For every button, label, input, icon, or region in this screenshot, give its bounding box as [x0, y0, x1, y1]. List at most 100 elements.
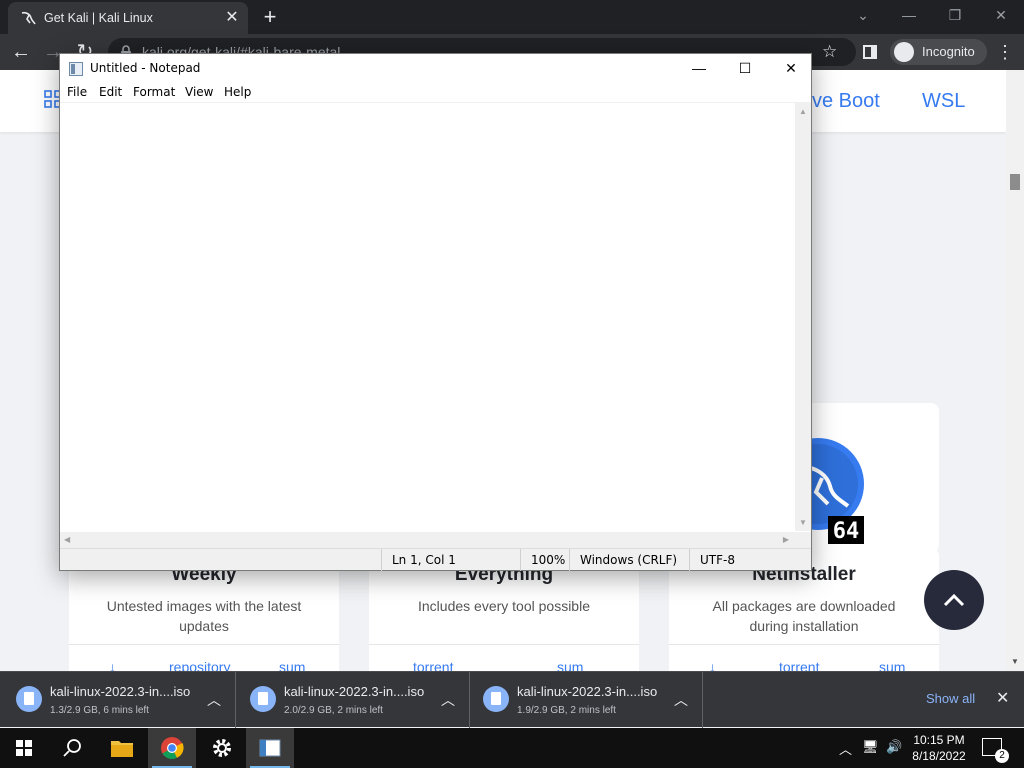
action-center-icon[interactable]: 2 [982, 738, 1009, 763]
chevron-up-icon[interactable]: ︿ [674, 690, 688, 710]
page-scrollbar[interactable]: ▼ [1006, 70, 1024, 671]
download-status: 2.0/2.9 GB, 2 mins left [284, 705, 383, 716]
download-item[interactable]: kali-linux-2022.3-in....iso 1.3/2.9 GB, … [2, 672, 236, 728]
taskbar: ︿ 🖥 🔊 10:15 PM 8/18/2022 2 [0, 728, 1024, 768]
nav-link-live-boot[interactable]: ve Boot [812, 90, 880, 113]
vertical-scrollbar[interactable]: ▲ ▼ [795, 103, 811, 531]
kali-dragon-icon [21, 11, 36, 25]
incognito-icon [894, 42, 914, 62]
menu-view[interactable]: View [185, 85, 213, 99]
new-tab-button[interactable]: + [259, 6, 281, 28]
card-link[interactable]: sum [879, 659, 905, 671]
scroll-down-arrow-icon[interactable]: ▼ [1011, 657, 1019, 666]
browser-tab[interactable]: Get Kali | Kali Linux ✕ [8, 2, 248, 34]
download-status: 1.3/2.9 GB, 6 mins left [50, 705, 149, 716]
scrollbar-corner [795, 532, 811, 548]
side-panel-icon[interactable] [863, 45, 877, 59]
restore-browser-button[interactable]: ❐ [932, 0, 978, 30]
notepad-icon [259, 739, 281, 757]
menu-help[interactable]: Help [224, 85, 251, 99]
status-zoom: 100% [520, 549, 565, 571]
show-hidden-icons-icon[interactable]: ︿ [839, 739, 852, 758]
tab-title: Get Kali | Kali Linux [44, 11, 153, 25]
scrollbar-thumb[interactable] [1010, 174, 1020, 190]
notepad-title: Untitled - Notepad [90, 61, 201, 75]
scroll-right-arrow-icon[interactable]: ▶ [783, 535, 789, 544]
incognito-indicator[interactable]: Incognito [890, 39, 987, 65]
chevron-up-icon [943, 593, 965, 607]
notepad-taskbar-button[interactable] [246, 728, 294, 768]
browser-menu-icon[interactable]: ⋮ [996, 40, 1014, 64]
chrome-taskbar-button[interactable] [148, 728, 196, 768]
incognito-label: Incognito [922, 44, 975, 59]
notepad-text-input[interactable] [60, 103, 795, 531]
download-item[interactable]: kali-linux-2022.3-in....iso 2.0/2.9 GB, … [236, 672, 470, 728]
scroll-up-arrow-icon[interactable]: ▲ [799, 107, 807, 116]
badge-64: 64 [833, 519, 860, 544]
windows-logo-icon [16, 740, 32, 756]
card-description: Includes every tool possible [418, 598, 590, 614]
minimize-browser-button[interactable]: — [886, 0, 932, 30]
download-filename: kali-linux-2022.3-in....iso [284, 684, 425, 699]
horizontal-scrollbar[interactable]: ◀ ▶ [60, 532, 795, 548]
search-icon [63, 739, 81, 757]
download-icon[interactable]: ↓ [709, 659, 716, 671]
status-line-ending: Windows (CRLF) [569, 549, 677, 571]
close-button[interactable]: ✕ [768, 54, 814, 82]
status-encoding: UTF-8 [689, 549, 735, 571]
menu-file[interactable]: File [67, 85, 87, 99]
card-link[interactable]: sum [557, 659, 583, 671]
download-status: 1.9/2.9 GB, 2 mins left [517, 705, 616, 716]
notification-count-badge: 2 [995, 749, 1009, 763]
search-button[interactable] [48, 728, 96, 768]
network-icon[interactable]: 🖥 [862, 739, 879, 755]
download-shelf: kali-linux-2022.3-in....iso 1.3/2.9 GB, … [0, 671, 1024, 728]
clock-time: 10:15 PM [913, 733, 965, 747]
back-button[interactable]: ← [8, 39, 34, 65]
menu-format[interactable]: Format [133, 85, 175, 99]
file-icon [483, 686, 509, 712]
scroll-down-arrow-icon[interactable]: ▼ [799, 518, 807, 527]
download-icon[interactable]: ↓ [109, 659, 116, 671]
system-clock[interactable]: 10:15 PM 8/18/2022 [907, 732, 971, 764]
settings-button[interactable] [198, 728, 246, 768]
notepad-menu-bar: File Edit Format View Help [60, 82, 811, 102]
notepad-edit-area: ▲ ▼ [60, 102, 811, 532]
show-all-downloads-button[interactable]: Show all [926, 691, 975, 706]
notepad-app-icon [69, 62, 83, 76]
maximize-button[interactable]: ☐ [722, 54, 768, 82]
download-item[interactable]: kali-linux-2022.3-in....iso 1.9/2.9 GB, … [469, 672, 703, 728]
clock-date: 8/18/2022 [912, 749, 966, 763]
notepad-status-bar: Ln 1, Col 1 100% Windows (CRLF) UTF-8 [60, 548, 811, 571]
gear-icon [213, 739, 231, 757]
file-icon [250, 686, 276, 712]
file-explorer-button[interactable] [98, 728, 146, 768]
card-link[interactable]: sum [279, 659, 305, 671]
download-filename: kali-linux-2022.3-in....iso [517, 684, 658, 699]
card-links: torrent sum [369, 644, 639, 671]
card-link[interactable]: repository [169, 659, 230, 671]
card-link[interactable]: torrent [779, 659, 819, 671]
notepad-title-bar[interactable]: Untitled - Notepad — ☐ ✕ [60, 54, 811, 82]
chevron-up-icon[interactable]: ︿ [441, 690, 455, 710]
status-cursor-position: Ln 1, Col 1 [381, 549, 456, 571]
tab-search-icon[interactable]: ⌄ [840, 0, 886, 30]
card-links: ↓ repository sum [69, 644, 339, 671]
nav-link-wsl[interactable]: WSL [922, 90, 965, 113]
start-button[interactable] [0, 728, 48, 768]
close-shelf-icon[interactable]: ✕ [996, 688, 1009, 708]
menu-edit[interactable]: Edit [99, 85, 122, 99]
card-link[interactable]: torrent [413, 659, 453, 671]
volume-icon[interactable]: 🔊 [886, 739, 902, 755]
chevron-up-icon[interactable]: ︿ [207, 690, 221, 710]
card-description: All packages are downloaded during insta… [712, 598, 896, 634]
scroll-left-arrow-icon[interactable]: ◀ [64, 535, 70, 544]
bookmark-star-icon[interactable]: ☆ [822, 42, 837, 62]
close-tab-icon[interactable]: ✕ [222, 8, 242, 28]
minimize-button[interactable]: — [676, 54, 722, 82]
card-links: ↓ torrent sum [669, 644, 939, 671]
close-browser-button[interactable]: ✕ [978, 0, 1024, 30]
scroll-to-top-button[interactable] [924, 570, 984, 630]
card-description: Untested images with the latest updates [106, 598, 302, 634]
notepad-window: Untitled - Notepad — ☐ ✕ File Edit Forma… [59, 53, 812, 571]
